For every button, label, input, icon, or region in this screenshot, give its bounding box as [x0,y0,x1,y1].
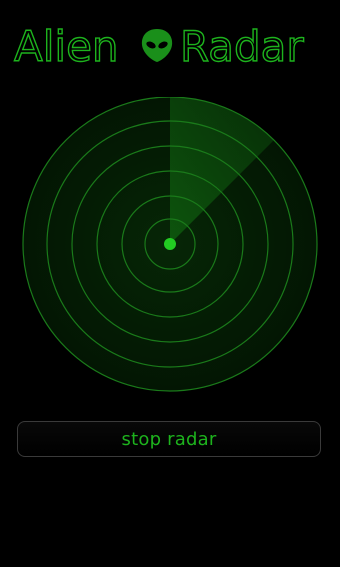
title-svg: Alien Radar [13,21,305,71]
title-word-radar: Radar [180,22,304,71]
radar-center-dot [164,238,176,250]
app-screen: Alien Radar stop radar [0,0,340,567]
app-title: Alien Radar [0,16,340,76]
radar-display [20,96,320,397]
radar-svg [22,96,318,392]
stop-radar-label: stop radar [121,428,217,450]
alien-head-icon [141,29,173,62]
stop-radar-button[interactable]: stop radar [17,421,321,457]
title-word-alien: Alien [14,22,119,71]
